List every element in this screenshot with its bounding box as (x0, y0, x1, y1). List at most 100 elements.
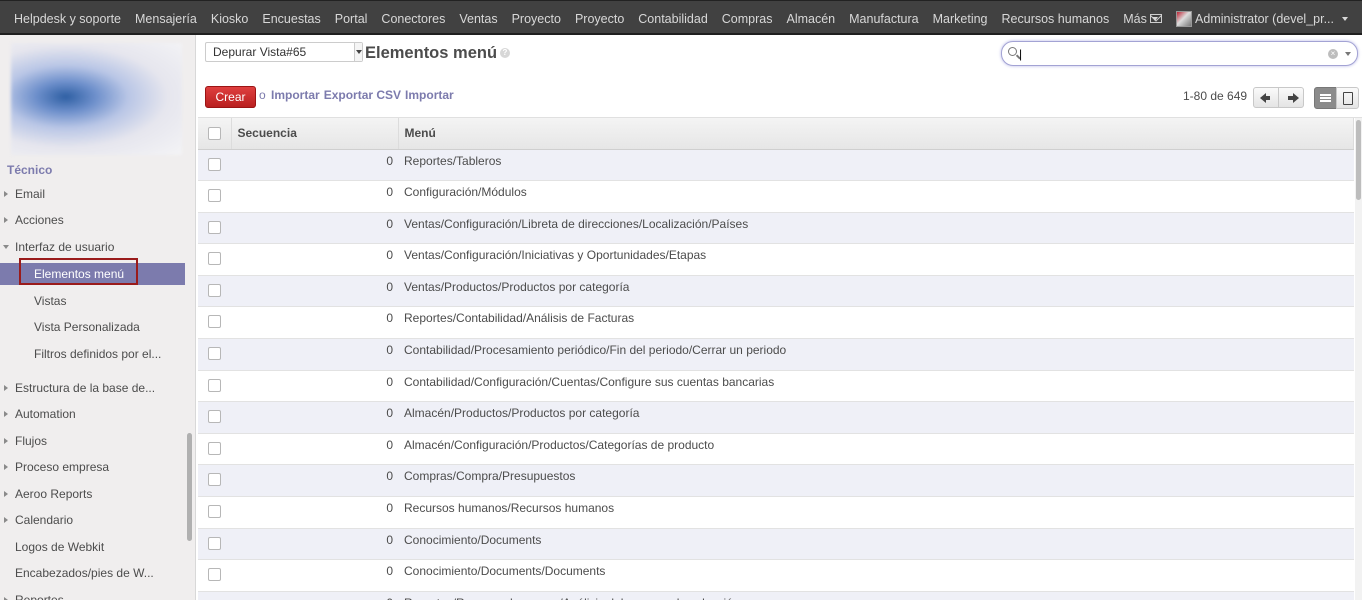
menu-cell[interactable]: Almacén/Configuración/Productos/Categorí… (398, 433, 1354, 465)
menu-ventas[interactable]: Ventas (459, 12, 497, 26)
mail-icon[interactable] (1150, 14, 1163, 23)
scrollbar-thumb[interactable] (1356, 120, 1361, 200)
menu-proyecto-2[interactable]: Proyecto (575, 12, 624, 26)
sequence-cell[interactable]: 0 (231, 244, 398, 276)
menu-cell[interactable]: Reportes/Tableros (398, 149, 1354, 181)
pager-previous-button[interactable] (1253, 87, 1279, 108)
sequence-cell[interactable]: 0 (231, 307, 398, 339)
pager-next-button[interactable] (1278, 87, 1304, 108)
menu-mensajeria[interactable]: Mensajería (135, 12, 197, 26)
table-row[interactable]: 0 Configuración/Módulos (198, 180, 1354, 213)
sequence-cell[interactable]: 0 (231, 149, 398, 181)
menu-cell[interactable]: Reportes/Contabilidad/Análisis de Factur… (398, 307, 1354, 339)
table-row[interactable]: 0 Ventas/Configuración/Libreta de direcci… (198, 212, 1354, 244)
sequence-cell[interactable]: 0 (231, 528, 398, 560)
row-checkbox[interactable] (208, 220, 221, 234)
sequence-cell[interactable]: 0 (231, 370, 398, 402)
debug-view-select[interactable]: Depurar Vista#65 (205, 42, 363, 62)
row-checkbox[interactable] (208, 536, 221, 550)
menu-portal[interactable]: Portal (335, 12, 368, 26)
menu-cell[interactable]: Conocimiento/Documents/Documents (398, 560, 1354, 592)
sequence-cell[interactable]: 0 (231, 402, 398, 434)
table-row[interactable]: 0 Recursos humanos/Recursos humanos (198, 496, 1354, 529)
menu-conectores[interactable]: Conectores (381, 12, 445, 26)
sidebar-scrollbar[interactable] (187, 433, 192, 541)
user-name[interactable]: Administrator (devel_pr... (1195, 12, 1334, 26)
table-row[interactable]: 0 Compras/Compra/Presupuestos (198, 464, 1354, 497)
row-checkbox[interactable] (208, 441, 221, 455)
import-link-2[interactable]: Importar (405, 88, 454, 102)
sidebar-item-flujos[interactable]: Flujos (0, 430, 185, 452)
table-row[interactable]: 0 Almacén/Configuración/Productos/Categor… (198, 433, 1354, 465)
row-checkbox[interactable] (208, 283, 221, 297)
sidebar-item-filtros[interactable]: Filtros definidos por el... (0, 343, 185, 365)
table-row[interactable]: 0 Contabilidad/Configuración/Cuentas/Conf… (198, 370, 1354, 402)
sidebar-item-logos-webkit[interactable]: Logos de Webkit (0, 536, 185, 558)
export-csv-link[interactable]: Exportar CSV (324, 88, 401, 102)
menu-helpdesk[interactable]: Helpdesk y soporte (14, 12, 121, 26)
menu-cell[interactable]: Ventas/Configuración/Iniciativas y Oport… (398, 244, 1354, 276)
select-all-checkbox[interactable] (208, 126, 221, 140)
table-row[interactable]: 0 Reportes/Contabilidad/Análisis de Factu… (198, 306, 1354, 339)
sidebar-item-calendario[interactable]: Calendario (0, 509, 185, 531)
sidebar-item-acciones[interactable]: Acciones (0, 209, 185, 231)
row-checkbox[interactable] (208, 568, 221, 582)
column-header-menu[interactable]: Menú (398, 118, 1354, 150)
row-checkbox[interactable] (208, 378, 221, 392)
search-input[interactable] (1019, 45, 1319, 62)
menu-encuestas[interactable]: Encuestas (262, 12, 320, 26)
row-checkbox[interactable] (208, 473, 221, 487)
menu-contabilidad[interactable]: Contabilidad (638, 12, 708, 26)
create-button[interactable]: Crear (205, 86, 256, 108)
sequence-cell[interactable]: 0 (231, 465, 398, 497)
sidebar-item-interfaz[interactable]: Interfaz de usuario (0, 236, 185, 258)
table-row[interactable]: 0 Almacén/Productos/Productos por categor… (198, 401, 1354, 434)
row-checkbox[interactable] (208, 505, 221, 519)
table-row[interactable]: 0 Ventas/Productos/Productos por categorí… (198, 275, 1354, 307)
column-header-secuencia[interactable]: Secuencia (231, 118, 399, 150)
sidebar-item-encabezados[interactable]: Encabezados/pies de W... (0, 562, 185, 584)
sidebar-item-automation[interactable]: Automation (0, 403, 185, 425)
menu-cell[interactable]: Conocimiento/Documents (398, 528, 1354, 560)
menu-cell[interactable]: Ventas/Productos/Productos por categoría (398, 275, 1354, 307)
menu-almacen[interactable]: Almacén (787, 12, 836, 26)
sidebar-item-email[interactable]: Email (0, 183, 185, 205)
menu-cell[interactable]: Reportes/Recursos humanos/Análisis del p… (398, 591, 1354, 600)
table-row[interactable]: 0 Ventas/Configuración/Iniciativas y Opor… (198, 243, 1354, 276)
row-checkbox[interactable] (208, 315, 221, 329)
main-scrollbar[interactable] (1355, 118, 1362, 600)
menu-cell[interactable]: Contabilidad/Procesamiento periódico/Fin… (398, 339, 1354, 371)
clear-icon[interactable]: × (1328, 49, 1338, 59)
form-view-button[interactable] (1336, 87, 1359, 109)
sidebar-item-vistas[interactable]: Vistas (0, 290, 185, 312)
sequence-cell[interactable]: 0 (231, 591, 398, 600)
chevron-down-icon[interactable] (1342, 16, 1348, 21)
row-checkbox[interactable] (208, 252, 221, 266)
avatar[interactable] (1176, 10, 1193, 27)
row-checkbox[interactable] (208, 157, 221, 171)
menu-cell[interactable]: Contabilidad/Configuración/Cuentas/Confi… (398, 370, 1354, 402)
sequence-cell[interactable]: 0 (231, 181, 398, 213)
menu-compras[interactable]: Compras (722, 12, 773, 26)
search-box[interactable]: × (1001, 41, 1358, 66)
row-checkbox[interactable] (208, 189, 221, 203)
menu-recursos-humanos[interactable]: Recursos humanos (1002, 12, 1110, 26)
menu-cell[interactable]: Compras/Compra/Presupuestos (398, 465, 1354, 497)
menu-cell[interactable]: Recursos humanos/Recursos humanos (398, 497, 1354, 529)
sequence-cell[interactable]: 0 (231, 339, 398, 371)
sequence-cell[interactable]: 0 (231, 433, 398, 465)
table-row[interactable]: 0 Conocimiento/Documents/Documents (198, 559, 1354, 592)
menu-marketing[interactable]: Marketing (933, 12, 988, 26)
import-link[interactable]: Importar (271, 88, 320, 102)
pager-value[interactable]: 1-80 de 649 (1183, 89, 1247, 103)
row-checkbox[interactable] (208, 347, 221, 361)
table-row[interactable]: 0 Conocimiento/Documents (198, 528, 1354, 560)
sequence-cell[interactable]: 0 (231, 275, 398, 307)
row-checkbox[interactable] (208, 410, 221, 424)
menu-cell[interactable]: Almacén/Productos/Productos por categorí… (398, 402, 1354, 434)
table-row[interactable]: 0Reportes/Recursos humanos/Análisis del … (198, 591, 1354, 600)
menu-kiosko[interactable]: Kiosko (211, 12, 249, 26)
sequence-cell[interactable]: 0 (231, 560, 398, 592)
table-row[interactable]: 0 Reportes/Tableros (198, 149, 1354, 181)
help-icon[interactable]: ? (500, 48, 510, 58)
